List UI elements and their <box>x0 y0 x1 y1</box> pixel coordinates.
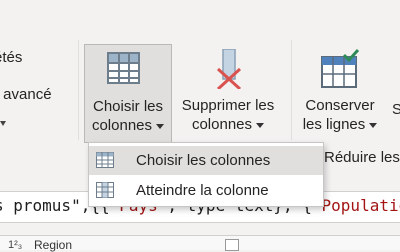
table-grid-icon <box>85 45 171 91</box>
column-type-icon[interactable]: 1²₃ <box>8 239 22 251</box>
chevron-down-icon <box>156 123 165 129</box>
chevron-down-icon[interactable] <box>0 121 6 126</box>
menu-item-choose-columns[interactable]: Choisir les colonnes <box>89 146 323 175</box>
filter-dropdown-icon[interactable] <box>225 239 239 251</box>
delete-columns-label-2: colonnes <box>191 116 253 133</box>
chevron-down-icon <box>369 122 378 128</box>
clipped-ribbon-button-right[interactable]: S <box>392 100 400 119</box>
chevron-down-icon <box>256 122 265 128</box>
keep-rows-icon <box>298 44 382 90</box>
reduce-rows-label: Réduire les <box>324 149 400 166</box>
choose-columns-button[interactable]: Choisir les colonnes <box>84 44 172 143</box>
clipped-label-1: étés <box>0 49 23 66</box>
choose-columns-label-1: Choisir les <box>92 98 164 115</box>
keep-rows-button[interactable]: Conserver les lignes <box>298 44 382 134</box>
column-header-row: 1²₃ Region <box>0 235 400 252</box>
keep-rows-label-1: Conserver <box>305 97 375 114</box>
menu-item-label: Atteindre la colonne <box>136 182 269 199</box>
menu-item-go-to-column[interactable]: Atteindre la colonne <box>89 176 323 205</box>
clipped-ribbon-group-left: étés r avancé <box>0 48 52 105</box>
menu-item-label: Choisir les colonnes <box>136 152 271 169</box>
clipped-label-2[interactable]: r avancé <box>0 85 52 105</box>
delete-column-icon <box>175 44 281 90</box>
keep-rows-label-2: les lignes <box>302 116 366 133</box>
delete-columns-button[interactable]: Supprimer les colonnes <box>175 44 281 134</box>
choose-columns-dropdown: Choisir les colonnes Atteindre la colonn… <box>88 142 324 207</box>
table-grid-icon <box>96 152 114 168</box>
ribbon: étés r avancé Choisir les colonnes <box>0 0 400 145</box>
delete-columns-label-1: Supprimer les <box>181 97 275 114</box>
ribbon-separator <box>291 40 292 140</box>
column-grid-icon <box>96 182 114 198</box>
choose-columns-label-2: colonnes <box>91 117 153 134</box>
ribbon-separator <box>78 40 79 140</box>
